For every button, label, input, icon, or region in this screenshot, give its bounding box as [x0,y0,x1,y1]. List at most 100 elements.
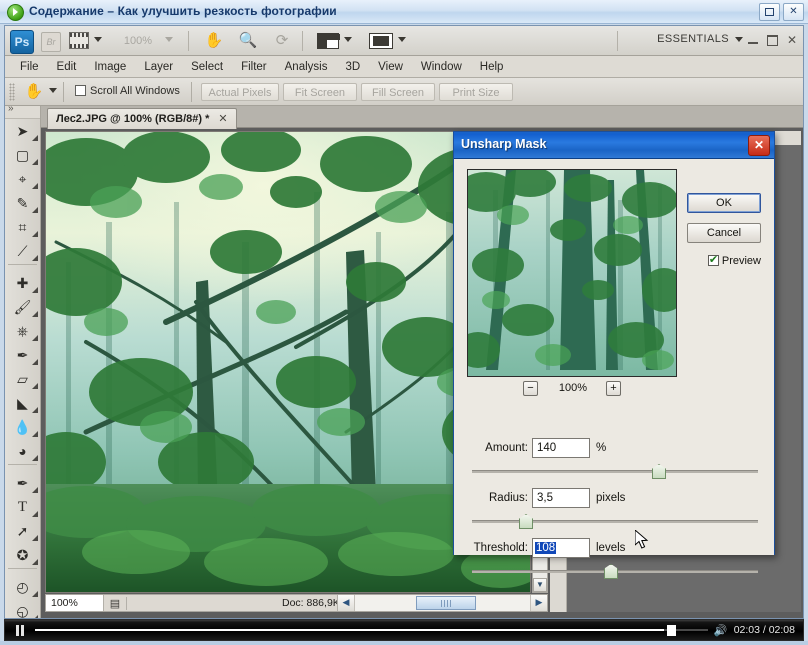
menu-view[interactable]: View [369,61,412,73]
preview-checkbox-row[interactable]: Preview [707,253,761,267]
actual-pixels-button[interactable]: Actual Pixels [201,83,279,101]
fit-screen-button[interactable]: Fit Screen [283,83,357,101]
hand-preset-chevron-down-icon[interactable] [49,88,57,93]
clone-stamp-tool[interactable]: ⎈ [5,319,40,343]
restore-button[interactable] [759,3,780,21]
threshold-value: 108 [535,542,557,554]
blur-tool[interactable]: 💧 [5,415,40,439]
hand-tool-icon[interactable]: ✋ [203,31,225,51]
3d-rotate-tool[interactable]: ◴ [5,575,40,599]
preview-checkbox[interactable] [707,253,719,266]
amount-label: Amount: [485,442,528,454]
menu-layer[interactable]: Layer [135,61,182,73]
preview-zoom-in-button[interactable]: + [606,381,621,396]
radius-slider[interactable] [472,514,758,529]
launch-bridge-icon[interactable]: Br [41,32,61,52]
cancel-button[interactable]: Cancel [687,223,761,243]
brush-tool[interactable]: 🖌 [5,295,40,319]
dialog-title: Unsharp Mask [461,137,547,151]
path-selection-tool[interactable]: ➚ [5,519,40,543]
lasso-tool[interactable]: ⌖ [5,167,40,191]
spot-healing-brush-tool[interactable]: ✚ [5,271,40,295]
progress-knob[interactable] [667,625,677,636]
toolbox-collapse-icon[interactable] [5,103,40,119]
screen-mode-icon[interactable] [369,33,393,49]
photoshop-close-button[interactable]: ✕ [787,34,797,46]
pause-icon[interactable] [5,624,35,636]
zoom-level-field[interactable]: 100% [114,33,162,49]
filter-preview[interactable] [467,169,677,377]
minimize-button[interactable] [747,36,758,44]
zoom-tool-icon[interactable]: 🔍 [237,31,259,51]
quick-selection-tool[interactable]: ✎ [5,191,40,215]
horizontal-scroll-thumb[interactable] [416,596,476,610]
rotate-view-tool-icon[interactable]: ⟳ [271,31,293,51]
menu-filter[interactable]: Filter [232,61,276,73]
history-brush-tool[interactable]: ✒ [5,343,40,367]
hand-tool-options-icon[interactable]: ✋ [23,82,45,102]
arrange-documents-icon[interactable] [317,33,340,49]
threshold-slider[interactable] [472,564,758,579]
custom-shape-tool[interactable]: ✪ [5,543,40,567]
menu-select[interactable]: Select [182,61,232,73]
crop-tool[interactable]: ⌗ [5,215,40,239]
document-tab[interactable]: Лес2.JPG @ 100% (RGB/8#) * ✕ [47,108,237,129]
eyedropper-tool[interactable]: ⟋ [5,239,40,263]
fill-screen-button[interactable]: Fill Screen [361,83,435,101]
scroll-left-icon[interactable]: ◀ [338,595,355,611]
amount-slider[interactable] [472,464,758,479]
app-root: Содержание – Как улучшить резкость фотог… [0,0,808,645]
rectangular-marquee-tool[interactable]: ▢ [5,143,40,167]
options-bar-grip[interactable] [9,83,15,101]
dodge-tool[interactable]: ◕ [5,439,40,463]
amount-slider-thumb[interactable] [652,464,666,479]
volume-icon[interactable]: 🔊 [708,624,734,637]
workspace-selector[interactable]: ESSENTIALS [657,33,729,45]
canvas-horizontal-scrollbar[interactable]: ◀ ▶ [337,595,547,611]
eraser-tool[interactable]: ▱ [5,367,40,391]
menu-help[interactable]: Help [471,61,513,73]
threshold-slider-thumb[interactable] [604,564,618,579]
maximize-button[interactable] [766,34,778,46]
gradient-tool[interactable]: ◣ [5,391,40,415]
status-zoom-field[interactable]: 100% [46,595,104,611]
preview-forest-image [468,170,676,376]
play-icon [7,4,24,21]
move-tool[interactable]: ➤ [5,119,40,143]
view-extras-chevron-down-icon[interactable] [94,37,102,42]
pen-tool[interactable]: ✒ [5,471,40,495]
zoom-level-chevron-down-icon[interactable] [165,37,173,42]
menu-analysis[interactable]: Analysis [276,61,337,73]
document-tab-close-icon[interactable]: ✕ [218,113,227,125]
workspace-chevron-down-icon[interactable] [735,37,743,42]
scroll-right-icon[interactable]: ▶ [530,595,547,611]
arrange-chevron-down-icon[interactable] [344,37,352,42]
scroll-all-windows-checkbox[interactable] [75,85,86,96]
amount-input[interactable]: 140 [532,438,590,458]
radius-slider-thumb[interactable] [519,514,533,529]
view-extras-icon[interactable] [69,32,89,49]
ok-button[interactable]: OK [687,193,761,213]
3d-orbit-tool[interactable]: ◵ [5,599,40,618]
menu-file[interactable]: File [11,61,48,73]
screen-mode-chevron-down-icon[interactable] [398,37,406,42]
scroll-all-windows-option[interactable]: Scroll All Windows [71,85,180,97]
menu-3d[interactable]: 3D [336,61,369,73]
mouse-cursor [635,530,649,549]
amount-slider-track[interactable] [472,470,758,473]
menu-edit[interactable]: Edit [48,61,86,73]
radius-slider-track[interactable] [472,520,758,523]
threshold-input[interactable]: 108 [532,538,590,558]
preview-zoom-out-button[interactable]: − [523,381,538,396]
radius-input[interactable]: 3,5 [532,488,590,508]
dialog-close-icon[interactable]: ✕ [748,135,770,156]
scroll-down-icon[interactable]: ▼ [533,578,547,592]
menu-image[interactable]: Image [85,61,135,73]
close-icon[interactable]: ✕ [783,3,804,21]
preview-zoom-controls: − 100% + [467,381,677,399]
photoshop-logo: Ps [10,30,34,54]
menu-window[interactable]: Window [412,61,471,73]
print-size-button[interactable]: Print Size [439,83,513,101]
horizontal-type-tool[interactable]: T [5,495,40,519]
video-progress-bar[interactable] [35,620,708,640]
